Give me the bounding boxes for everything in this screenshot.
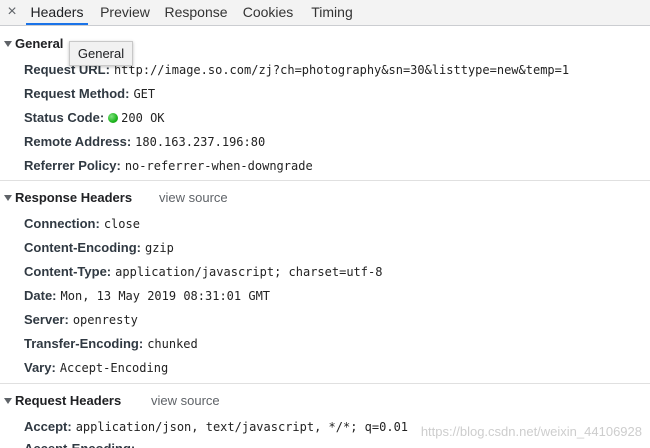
status-code-value: 200 OK	[121, 111, 165, 125]
devtools-tab-bar: × Headers Preview Response Cookies Timin…	[0, 0, 650, 26]
tab-timing[interactable]: Timing	[306, 0, 358, 25]
referrer-policy-value: no-referrer-when-downgrade	[124, 159, 313, 173]
response-row: Date: Mon, 13 May 2019 08:31:01 GMT	[24, 287, 270, 305]
request-header-key: Accept-Encoding:	[24, 441, 135, 448]
response-header-key: Vary:	[24, 360, 56, 375]
tab-cookies[interactable]: Cookies	[238, 0, 298, 25]
response-header-key: Content-Type:	[24, 264, 112, 279]
tab-preview[interactable]: Preview	[96, 0, 154, 25]
request-url-value: http://image.so.com/zj?ch=photography&sn…	[113, 63, 570, 77]
tab-response[interactable]: Response	[162, 0, 230, 25]
response-header-value: openresty	[72, 313, 138, 327]
response-header-value: Accept-Encoding	[59, 361, 169, 375]
status-code-key: Status Code:	[24, 110, 105, 125]
request-row: Accept-Encoding:	[24, 440, 135, 448]
response-header-value: gzip	[144, 241, 174, 255]
collapse-triangle-icon	[4, 195, 12, 201]
request-header-value: application/json, text/javascript, */*; …	[75, 420, 409, 434]
response-row: Content-Type: application/javascript; cha…	[24, 263, 382, 281]
tab-headers[interactable]: Headers	[26, 0, 88, 25]
response-header-value: chunked	[147, 337, 198, 351]
section-divider	[0, 180, 650, 181]
response-header-key: Content-Encoding:	[24, 240, 141, 255]
response-row: Connection: close	[24, 215, 140, 233]
response-header-key: Connection:	[24, 216, 100, 231]
section-divider	[0, 383, 650, 384]
general-tooltip: General	[69, 41, 133, 66]
general-row-referrer-policy: Referrer Policy: no-referrer-when-downgra…	[24, 157, 313, 175]
response-row: Server: openresty	[24, 311, 138, 329]
referrer-policy-key: Referrer Policy:	[24, 158, 121, 173]
request-method-key: Request Method:	[24, 86, 130, 101]
response-view-source-link[interactable]: view source	[159, 187, 228, 209]
remote-address-key: Remote Address:	[24, 134, 132, 149]
general-section-title: General	[15, 36, 64, 51]
request-view-source-link[interactable]: view source	[151, 390, 220, 412]
watermark-text: https://blog.csdn.net/weixin_44106928	[420, 424, 642, 439]
close-icon[interactable]: ×	[5, 3, 19, 21]
collapse-triangle-icon	[4, 41, 12, 47]
response-header-value: Mon, 13 May 2019 08:31:01 GMT	[60, 289, 271, 303]
general-row-remote-address: Remote Address: 180.163.237.196:80	[24, 133, 265, 151]
response-headers-title: Response Headers	[15, 190, 133, 205]
request-method-value: GET	[133, 87, 156, 101]
response-header-value: application/javascript; charset=utf-8	[115, 265, 383, 279]
response-header-key: Date:	[24, 288, 57, 303]
response-headers-section-header[interactable]: Response Headers view source	[0, 187, 650, 209]
status-ok-dot-icon	[108, 113, 119, 123]
general-row-request-method: Request Method: GET	[24, 85, 155, 103]
request-headers-section-header[interactable]: Request Headers view source	[0, 390, 650, 412]
general-row-status-code: Status Code: 200 OK	[24, 109, 165, 127]
response-header-key: Transfer-Encoding:	[24, 336, 144, 351]
request-header-key: Accept:	[24, 419, 72, 434]
collapse-triangle-icon	[4, 398, 12, 404]
response-row: Transfer-Encoding: chunked	[24, 335, 198, 353]
remote-address-value: 180.163.237.196:80	[135, 135, 266, 149]
request-headers-title: Request Headers	[15, 393, 122, 408]
request-row: Accept: application/json, text/javascript…	[24, 418, 408, 436]
response-row: Vary: Accept-Encoding	[24, 359, 168, 377]
response-header-key: Server:	[24, 312, 69, 327]
response-row: Content-Encoding: gzip	[24, 239, 174, 257]
response-header-value: close	[103, 217, 140, 231]
